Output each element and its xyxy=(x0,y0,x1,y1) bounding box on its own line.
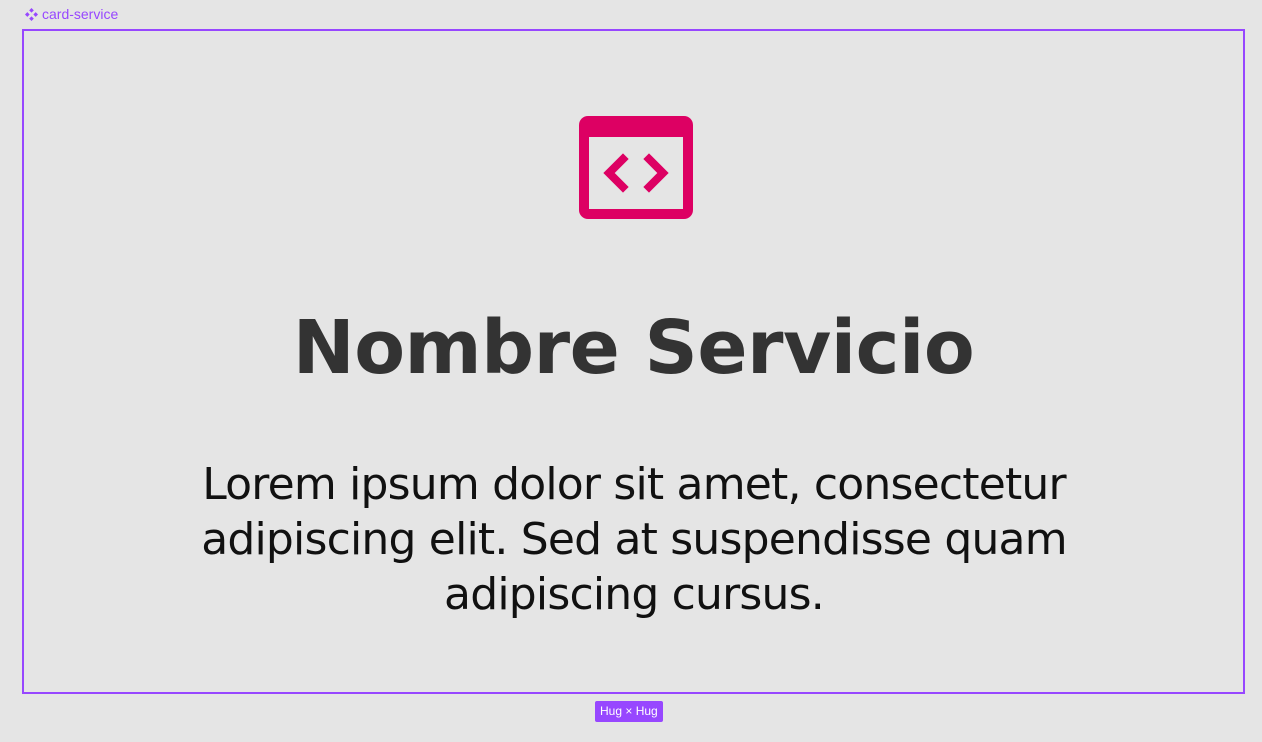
card-title: Nombre Servicio xyxy=(292,305,975,391)
code-window-icon xyxy=(579,116,693,219)
component-icon xyxy=(25,7,38,21)
component-name-label[interactable]: card-service xyxy=(25,5,118,23)
component-name-text: card-service xyxy=(42,6,119,22)
card-description: Lorem ipsum dolor sit amet, consectetur … xyxy=(201,459,1067,620)
sizing-badge[interactable]: Hug × Hug xyxy=(595,701,663,722)
card-service[interactable]: Nombre Servicio Lorem ipsum dolor sit am… xyxy=(22,29,1245,694)
